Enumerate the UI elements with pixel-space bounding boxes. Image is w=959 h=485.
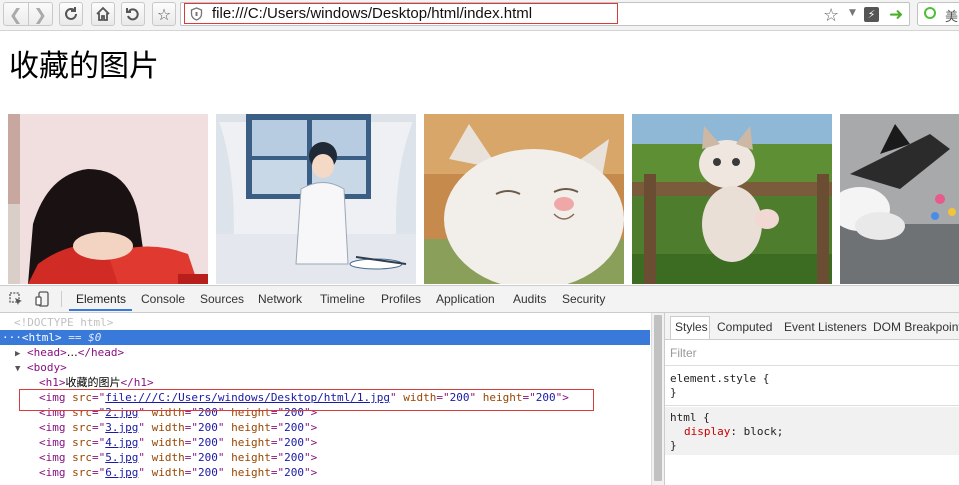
img-src-link[interactable]: 5.jpg — [105, 451, 138, 464]
doctype-text: <!DOCTYPE html> — [14, 316, 114, 329]
devtools-tab-bar: Elements Console Sources Network Timelin… — [0, 286, 959, 313]
img-height-value: 200 — [284, 466, 304, 479]
search-engine-label: 美 — [945, 10, 959, 25]
forward-icon[interactable]: ❯ — [29, 3, 53, 25]
illustration-boy-thumbnail — [216, 114, 416, 284]
img-node-5[interactable]: <img src="5.jpg" width="200" height="200… — [39, 450, 317, 465]
back-icon[interactable]: ❮ — [4, 3, 29, 25]
html-display-declaration[interactable]: display: block; — [670, 425, 959, 439]
img-src-link[interactable]: 4.jpg — [105, 436, 138, 449]
body-open-tag: <body> — [27, 361, 67, 374]
css-prop-name: display — [684, 425, 731, 438]
white-cat-thumbnail — [424, 114, 624, 284]
bird-plane-thumbnail — [840, 114, 959, 284]
scrollbar-thumb[interactable] — [654, 315, 662, 481]
page-title: 收藏的图片 — [9, 49, 159, 84]
h1-close-tag: </h1> — [120, 376, 154, 389]
html-tag: <html> — [21, 331, 62, 344]
search-engine-icon — [924, 7, 936, 19]
element-style-close: } — [670, 386, 677, 399]
h1-open-tag: <h1> — [39, 376, 66, 389]
speed-mode-icon[interactable]: ⚡ — [864, 7, 879, 22]
tab-sources[interactable]: Sources — [200, 292, 244, 306]
tab-elements[interactable]: Elements — [76, 292, 126, 306]
device-mode-icon[interactable] — [35, 291, 49, 307]
head-ellipsis: … — [66, 346, 78, 359]
tab-security[interactable]: Security — [562, 292, 605, 306]
reload-button[interactable] — [59, 2, 83, 26]
head-close-tag: </head> — [77, 346, 125, 359]
img-width-value: 200 — [198, 466, 218, 479]
search-box[interactable]: 美 — [917, 2, 959, 26]
img-height-value: 200 — [284, 436, 304, 449]
star-outline-icon: ☆ — [156, 4, 172, 24]
img-width-value: 200 — [198, 436, 218, 449]
html-selector: html { — [670, 411, 710, 424]
tab-profiles[interactable]: Profiles — [381, 292, 421, 306]
home-button[interactable] — [91, 2, 115, 26]
img-node-6[interactable]: <img src="6.jpg" width="200" height="200… — [39, 465, 317, 480]
favorite-star-icon[interactable]: ☆ — [823, 5, 839, 26]
html-style-rule[interactable]: html { display: block; } — [665, 407, 959, 455]
dropdown-arrow-icon[interactable]: ▼ — [849, 8, 856, 18]
dots-icon: ··· — [2, 331, 22, 344]
bookmark-button[interactable]: ☆ — [152, 2, 176, 26]
img-src-link[interactable]: 6.jpg — [105, 466, 138, 479]
tab-event-listeners[interactable]: Event Listeners — [784, 320, 867, 334]
img-width-value: 200 — [198, 451, 218, 464]
tab-computed[interactable]: Computed — [717, 320, 772, 334]
css-prop-value: block; — [743, 425, 784, 438]
go-arrow-icon[interactable]: ➜ — [889, 5, 903, 25]
elements-scrollbar[interactable] — [651, 313, 664, 485]
undo-close-button[interactable] — [121, 2, 145, 26]
tab-console[interactable]: Console — [141, 292, 185, 306]
devtools-panel: Elements Console Sources Network Timelin… — [0, 285, 959, 485]
kitten-on-fence-thumbnail — [632, 114, 832, 284]
back-forward-group: ❮ ❯ — [3, 2, 53, 26]
img-node-4[interactable]: <img src="4.jpg" width="200" height="200… — [39, 435, 317, 450]
head-open-tag: <head> — [27, 346, 67, 359]
undo-icon — [126, 8, 139, 21]
styles-sidebar: Styles Computed Event Listeners DOM Brea… — [664, 313, 959, 485]
tab-application[interactable]: Application — [436, 292, 495, 306]
tab-styles[interactable]: Styles — [675, 320, 708, 334]
anime-girl-sleeping-thumbnail — [8, 114, 208, 284]
tab-network[interactable]: Network — [258, 292, 302, 306]
styles-tab-bar: Styles Computed Event Listeners DOM Brea… — [665, 313, 959, 340]
h1-text: 收藏的图片 — [65, 376, 121, 389]
reload-icon — [65, 7, 77, 20]
tab-timeline[interactable]: Timeline — [320, 292, 365, 306]
html-node-selected[interactable]: ···<html> == $0 — [0, 330, 650, 345]
inspect-element-icon[interactable] — [9, 292, 23, 306]
tab-audits[interactable]: Audits — [513, 292, 546, 306]
html-rule-close: } — [670, 439, 677, 452]
html-eq-marker: == $0 — [68, 331, 102, 344]
h1-node[interactable]: <h1>收藏的图片</h1> — [39, 375, 154, 390]
element-style-selector: element.style { — [670, 372, 770, 385]
collapse-triangle-icon[interactable]: ▼ — [15, 364, 20, 374]
head-node[interactable]: ▶ <head>…</head> — [15, 345, 124, 360]
img-width-value: 200 — [198, 421, 218, 434]
doctype-line[interactable]: <!DOCTYPE html> — [14, 315, 113, 330]
filter-placeholder: Filter — [670, 346, 697, 360]
address-highlight-box — [184, 3, 618, 24]
img-height-value: 200 — [284, 421, 304, 434]
img-node-highlight-box — [19, 389, 594, 411]
body-node[interactable]: ▼ <body> — [15, 360, 67, 375]
home-icon — [96, 6, 110, 21]
tab-dom-breakpoints[interactable]: DOM Breakpoints — [873, 320, 959, 334]
img-src-link[interactable]: 3.jpg — [105, 421, 138, 434]
element-style-rule[interactable]: element.style { } — [665, 368, 959, 406]
img-height-value: 200 — [284, 451, 304, 464]
toolbar-divider — [61, 291, 62, 307]
browser-toolbar: ❮ ❯ ☆ file:///C:/Users/windows/Desktop/h… — [0, 0, 959, 31]
active-tab-indicator — [69, 309, 132, 311]
styles-filter-input[interactable]: Filter — [665, 340, 959, 366]
img-node-3[interactable]: <img src="3.jpg" width="200" height="200… — [39, 420, 317, 435]
expand-triangle-icon[interactable]: ▶ — [15, 349, 20, 359]
